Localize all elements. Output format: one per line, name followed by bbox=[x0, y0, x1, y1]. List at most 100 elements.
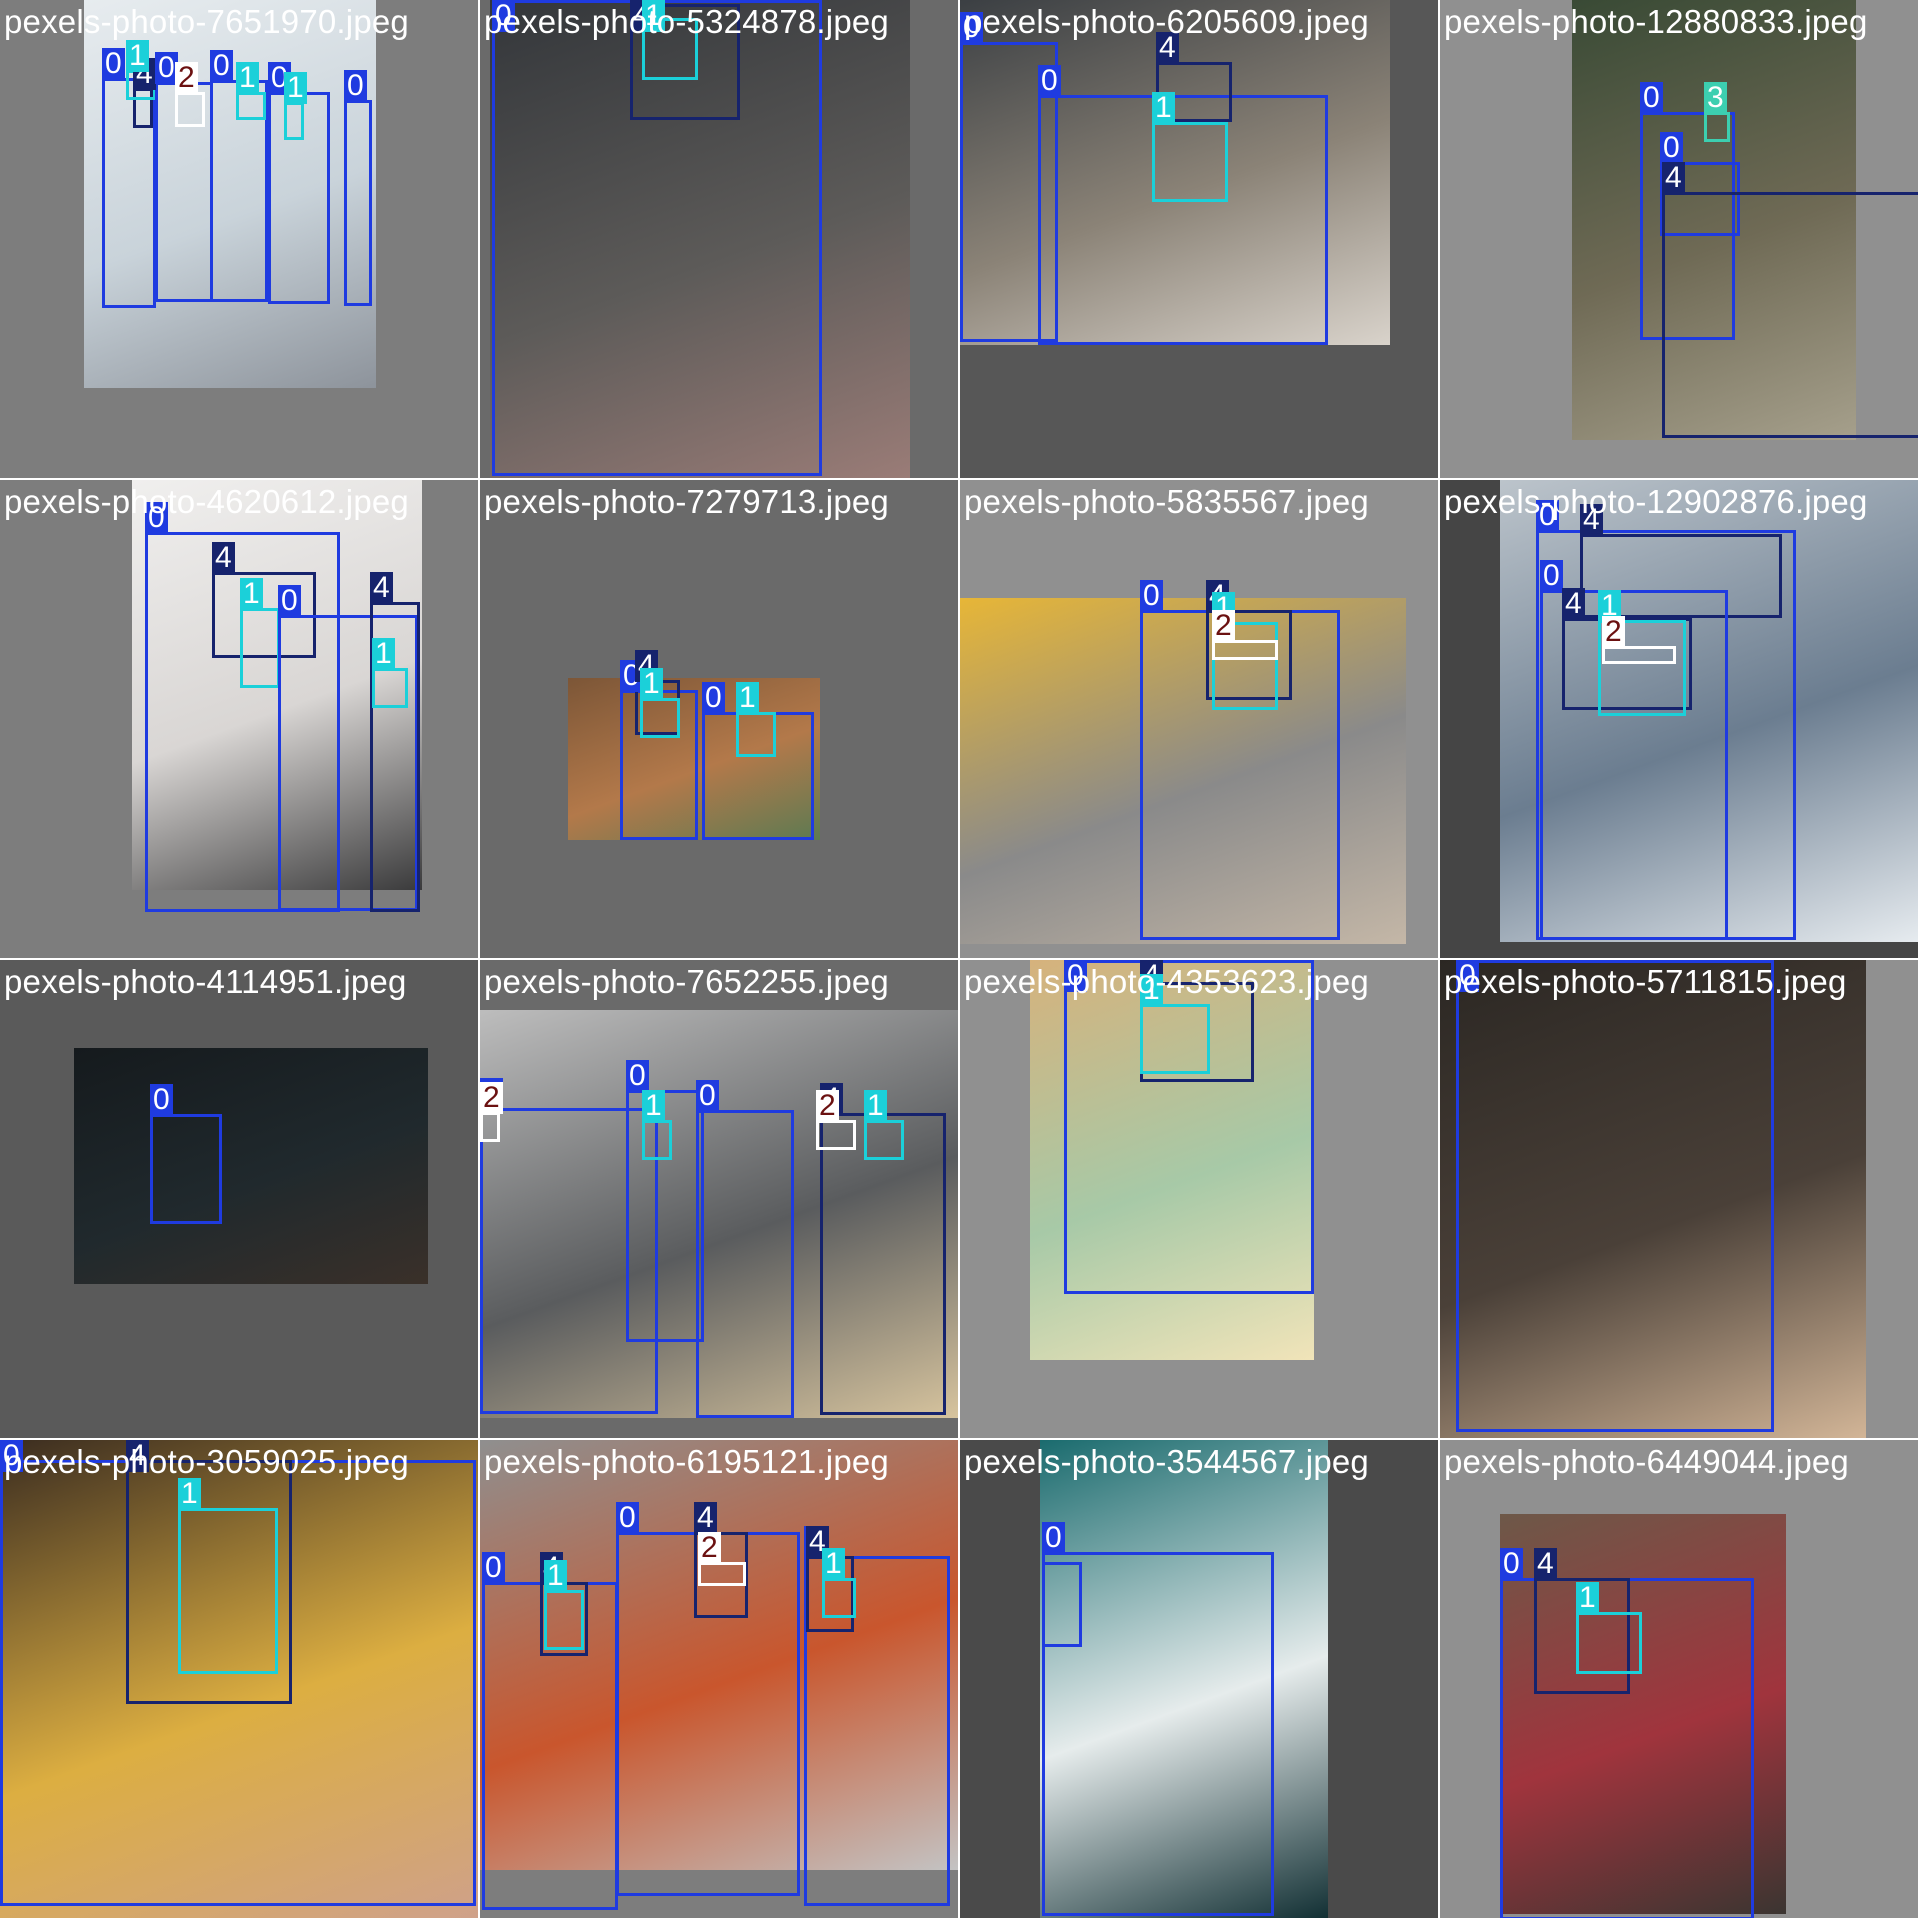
file-name-caption: pexels-photo-6205609.jpeg bbox=[964, 3, 1369, 40]
file-name-caption: pexels-photo-7652255.jpeg bbox=[484, 963, 889, 1000]
file-name-caption: pexels-photo-4114951.jpeg bbox=[4, 963, 407, 1000]
detection-box bbox=[372, 668, 408, 708]
class-label: 0 bbox=[702, 682, 725, 714]
class-label: 4 bbox=[370, 572, 393, 604]
class-label: 0 bbox=[150, 1084, 173, 1116]
class-label: 0 bbox=[1660, 132, 1683, 164]
class-label: 0 bbox=[1500, 1548, 1523, 1580]
class-label: 1 bbox=[640, 668, 663, 700]
detection-box bbox=[1704, 112, 1730, 142]
mosaic-tile: pexels-photo-6449044.jpeg 0 4 1 bbox=[1440, 1440, 1918, 1918]
class-label: 4 bbox=[1662, 162, 1685, 194]
class-label: 0 bbox=[1540, 560, 1563, 592]
class-label: 1 bbox=[284, 72, 307, 104]
detection-box bbox=[236, 92, 266, 120]
detection-box bbox=[736, 712, 776, 757]
class-label: 1 bbox=[178, 1478, 201, 1510]
class-label: 0 bbox=[696, 1080, 719, 1112]
mosaic-tile: pexels-photo-6205609.jpeg 0 0 4 1 bbox=[960, 0, 1438, 478]
class-label: 4 bbox=[1562, 588, 1585, 620]
mosaic-tile: pexels-photo-6195121.jpeg041042041 bbox=[480, 1440, 958, 1918]
class-label: 2 bbox=[480, 1082, 503, 1114]
detection-box bbox=[240, 608, 280, 688]
detection-box bbox=[640, 698, 680, 738]
detection-box bbox=[344, 100, 372, 306]
detection-box bbox=[1662, 192, 1918, 438]
detection-box bbox=[284, 102, 304, 140]
mosaic-tile: pexels-photo-7651970.jpeg 0 4 1 0 2 0 1 0 1 0 bbox=[0, 0, 478, 478]
class-label: 0 bbox=[626, 1060, 649, 1092]
detection-box bbox=[698, 1562, 746, 1586]
file-name-caption: pexels-photo-12880833.jpeg bbox=[1444, 3, 1868, 40]
detection-mosaic: pexels-photo-7651970.jpeg 0 4 1 0 2 0 1 0 1 0 pexel… bbox=[0, 0, 1920, 1920]
file-name-caption: pexels-photo-6449044.jpeg bbox=[1444, 1443, 1849, 1480]
mosaic-tile: pexels-photo-3059025.jpeg 0 4 1 bbox=[0, 1440, 478, 1918]
file-name-caption: pexels-photo-12902876.jpeg bbox=[1444, 483, 1868, 520]
file-name-caption: pexels-photo-5324878.jpeg bbox=[484, 3, 889, 40]
detection-box bbox=[1576, 1612, 1642, 1674]
class-label: 1 bbox=[1576, 1582, 1599, 1614]
mosaic-tile: pexels-photo-3544567.jpeg 0 bbox=[960, 1440, 1438, 1918]
class-label: 0 bbox=[278, 585, 301, 617]
detection-box bbox=[1602, 646, 1676, 664]
mosaic-tile: pexels-photo-12880833.jpeg 0 3 0 4 bbox=[1440, 0, 1918, 478]
detection-box bbox=[696, 1110, 794, 1418]
class-label: 3 bbox=[1704, 82, 1727, 114]
class-label: 0 bbox=[102, 48, 125, 80]
detection-box bbox=[178, 1508, 278, 1674]
class-label: 2 bbox=[1602, 616, 1625, 648]
detection-box bbox=[1042, 1562, 1082, 1647]
file-name-caption: pexels-photo-5835567.jpeg bbox=[964, 483, 1369, 520]
file-name-caption: pexels-photo-7279713.jpeg bbox=[484, 483, 889, 520]
file-name-caption: pexels-photo-5711815.jpeg bbox=[1444, 963, 1847, 1000]
detection-box bbox=[544, 1590, 584, 1650]
class-label: 2 bbox=[1212, 610, 1235, 642]
class-label: 0 bbox=[344, 70, 367, 102]
mosaic-tile: pexels-photo-12902876.jpeg 0 4 0 4 1 2 bbox=[1440, 480, 1918, 958]
class-label: 0 bbox=[1042, 1522, 1065, 1554]
class-label: 2 bbox=[175, 62, 198, 94]
class-label: 0 bbox=[1140, 580, 1163, 612]
class-label: 0 bbox=[1640, 82, 1663, 114]
detection-box bbox=[480, 1112, 500, 1142]
mosaic-tile: pexels-photo-7652255.jpeg02010421 bbox=[480, 960, 958, 1438]
class-label: 1 bbox=[1152, 92, 1175, 124]
mosaic-tile: pexels-photo-4620612.jpeg 0 4 1 0 4 1 bbox=[0, 480, 478, 958]
mosaic-tile: pexels-photo-5835567.jpeg0412 bbox=[960, 480, 1438, 958]
detection-box bbox=[1456, 960, 1774, 1432]
class-label: 0 bbox=[1038, 65, 1061, 97]
class-label: 0 bbox=[210, 50, 233, 82]
class-label: 1 bbox=[126, 40, 149, 72]
mosaic-tile: pexels-photo-4114951.jpeg 0 bbox=[0, 960, 478, 1438]
class-label: 1 bbox=[736, 682, 759, 714]
class-label: 4 bbox=[1534, 1548, 1557, 1580]
file-name-caption: pexels-photo-4353623.jpeg bbox=[964, 963, 1369, 1000]
mosaic-tile: pexels-photo-5711815.jpeg 0 bbox=[1440, 960, 1918, 1438]
file-name-caption: pexels-photo-7651970.jpeg bbox=[4, 3, 409, 40]
class-label: 2 bbox=[816, 1090, 839, 1122]
class-label: 1 bbox=[544, 1560, 567, 1592]
class-label: 1 bbox=[822, 1548, 845, 1580]
detection-box bbox=[864, 1120, 904, 1160]
detection-box bbox=[642, 1120, 672, 1160]
detection-box bbox=[150, 1114, 222, 1224]
photo-image bbox=[74, 1048, 428, 1284]
detection-box bbox=[816, 1120, 856, 1150]
mosaic-tile: pexels-photo-5324878.jpeg041 bbox=[480, 0, 958, 478]
detection-box bbox=[1152, 122, 1228, 202]
file-name-caption: pexels-photo-4620612.jpeg bbox=[4, 483, 409, 520]
file-name-caption: pexels-photo-6195121.jpeg bbox=[484, 1443, 889, 1480]
class-label: 2 bbox=[698, 1532, 721, 1564]
class-label: 4 bbox=[212, 542, 235, 574]
class-label: 1 bbox=[864, 1090, 887, 1122]
detection-box bbox=[1140, 1004, 1210, 1074]
file-name-caption: pexels-photo-3059025.jpeg bbox=[4, 1443, 409, 1480]
class-label: 4 bbox=[694, 1502, 717, 1534]
mosaic-tile: pexels-photo-4353623.jpeg041 bbox=[960, 960, 1438, 1438]
file-name-caption: pexels-photo-3544567.jpeg bbox=[964, 1443, 1369, 1480]
detection-box bbox=[822, 1578, 856, 1618]
detection-box bbox=[1212, 640, 1278, 660]
class-label: 1 bbox=[372, 638, 395, 670]
detection-box bbox=[175, 92, 205, 127]
class-label: 1 bbox=[236, 62, 259, 94]
